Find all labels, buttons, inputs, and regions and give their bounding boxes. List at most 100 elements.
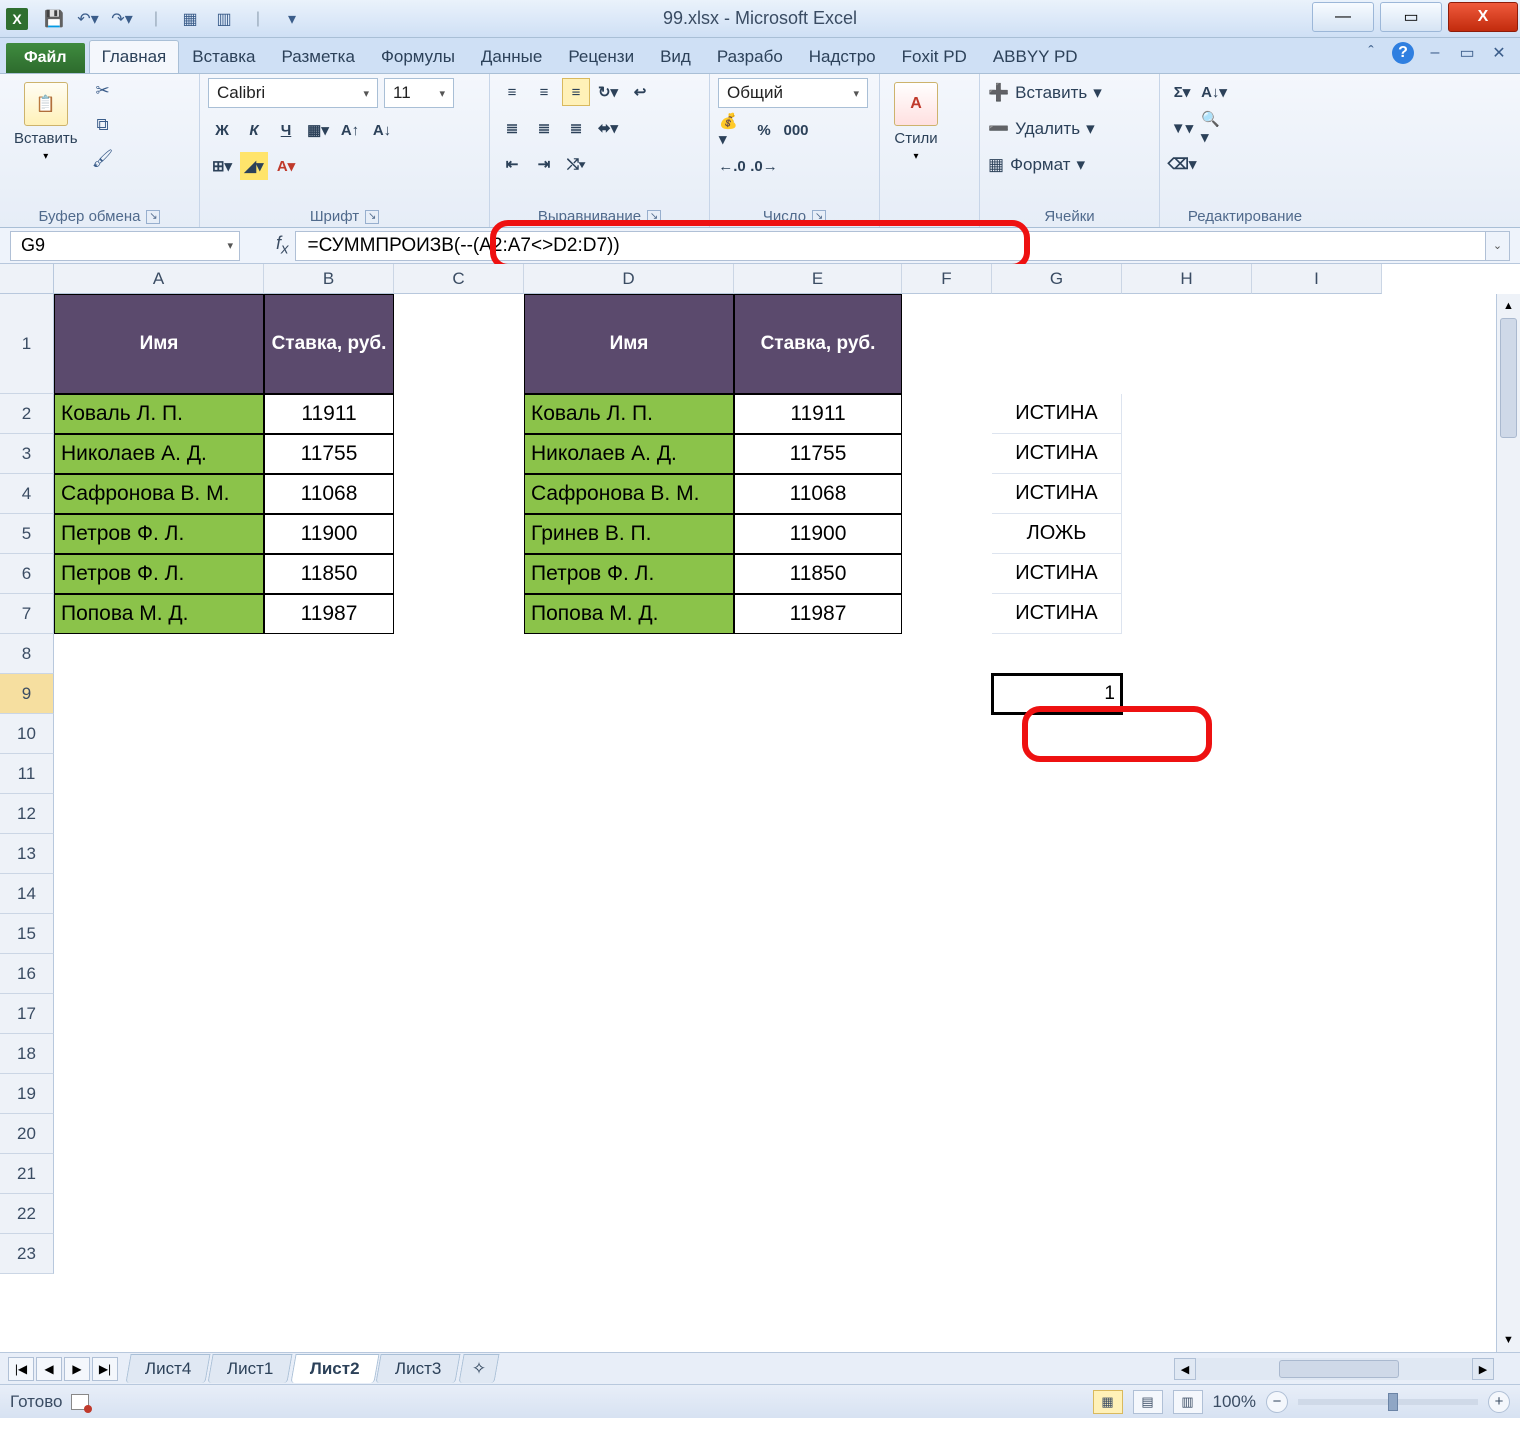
cell-E1[interactable]: Ставка, руб. [734, 294, 902, 394]
col-header-G[interactable]: G [992, 264, 1122, 294]
cell-D1[interactable]: Имя [524, 294, 734, 394]
cell-G7[interactable]: ИСТИНА [992, 594, 1122, 634]
align-center-button[interactable]: ≣ [530, 114, 558, 142]
ribbon-tab-10[interactable]: ABBYY PD [980, 40, 1091, 73]
save-icon[interactable]: 💾 [42, 7, 66, 31]
row-header-19[interactable]: 19 [0, 1074, 54, 1114]
col-header-D[interactable]: D [524, 264, 734, 294]
fx-icon[interactable]: fx [276, 233, 289, 258]
scroll-up-icon[interactable]: ▲ [1497, 294, 1520, 318]
cell-D3[interactable]: Николаев А. Д. [524, 434, 734, 474]
paste-button[interactable]: 📋 Вставить ▾ [8, 78, 84, 166]
cell-G5[interactable]: ЛОЖЬ [992, 514, 1122, 554]
wrap-text-button[interactable]: ↩ [626, 78, 654, 106]
row-header-2[interactable]: 2 [0, 394, 54, 434]
align-bottom-button[interactable]: ≡ [562, 78, 590, 106]
decrease-decimal-button[interactable]: .0→ [750, 152, 778, 180]
row-header-13[interactable]: 13 [0, 834, 54, 874]
window-maximize-button[interactable]: ▭ [1380, 2, 1442, 32]
number-dialog-launcher-icon[interactable]: ↘ [812, 210, 826, 224]
border-button[interactable]: ▦▾ [304, 116, 332, 144]
cell-A5[interactable]: Петров Ф. Л. [54, 514, 264, 554]
cell-E5[interactable]: 11900 [734, 514, 902, 554]
align-top-button[interactable]: ≡ [498, 78, 526, 106]
cell-A3[interactable]: Николаев А. Д. [54, 434, 264, 474]
increase-decimal-button[interactable]: ←.0 [718, 152, 746, 180]
row-header-17[interactable]: 17 [0, 994, 54, 1034]
ribbon-tab-2[interactable]: Разметка [268, 40, 367, 73]
bold-button[interactable]: Ж [208, 116, 236, 144]
align-right-button[interactable]: ≣ [562, 114, 590, 142]
cell-G3[interactable]: ИСТИНА [992, 434, 1122, 474]
cell-E6[interactable]: 11850 [734, 554, 902, 594]
orientation-button[interactable]: ↻▾ [594, 78, 622, 106]
fill-button[interactable]: ▼▾ [1168, 114, 1196, 142]
row-header-4[interactable]: 4 [0, 474, 54, 514]
underline-button[interactable]: Ч [272, 116, 300, 144]
cell-E4[interactable]: 11068 [734, 474, 902, 514]
scroll-down-icon[interactable]: ▼ [1497, 1328, 1520, 1352]
sort-filter-button[interactable]: A↓▾ [1200, 78, 1228, 106]
help-icon[interactable]: ? [1392, 42, 1414, 64]
cell-E7[interactable]: 11987 [734, 594, 902, 634]
row-header-16[interactable]: 16 [0, 954, 54, 994]
row-header-20[interactable]: 20 [0, 1114, 54, 1154]
cell-G4[interactable]: ИСТИНА [992, 474, 1122, 514]
cut-button[interactable]: ✂ [90, 78, 116, 104]
shrink-font-button[interactable]: A↓ [368, 116, 396, 144]
col-header-B[interactable]: B [264, 264, 394, 294]
font-size-select[interactable]: 11▾ [384, 78, 454, 108]
row-header-22[interactable]: 22 [0, 1194, 54, 1234]
cell-D5[interactable]: Гринев В. П. [524, 514, 734, 554]
row-header-8[interactable]: 8 [0, 634, 54, 674]
file-tab[interactable]: Файл [6, 43, 85, 73]
cell-B3[interactable]: 11755 [264, 434, 394, 474]
view-layout-button[interactable]: ▤ [1133, 1390, 1163, 1414]
find-button[interactable]: 🔍▾ [1200, 114, 1228, 142]
font-name-select[interactable]: Calibri▾ [208, 78, 378, 108]
row-header-7[interactable]: 7 [0, 594, 54, 634]
window-close-button[interactable]: X [1448, 2, 1518, 32]
row-header-21[interactable]: 21 [0, 1154, 54, 1194]
ribbon-tab-1[interactable]: Вставка [179, 40, 268, 73]
cell-G9[interactable]: 1 [992, 674, 1122, 714]
align-left-button[interactable]: ≣ [498, 114, 526, 142]
align-middle-button[interactable]: ≡ [530, 78, 558, 106]
formula-expand-icon[interactable]: ⌄ [1486, 231, 1510, 261]
cell-D4[interactable]: Сафронова В. М. [524, 474, 734, 514]
redo-icon[interactable]: ↷▾ [110, 7, 134, 31]
zoom-out-button[interactable]: − [1266, 1391, 1288, 1413]
font-dialog-launcher-icon[interactable]: ↘ [365, 210, 379, 224]
cell-A6[interactable]: Петров Ф. Л. [54, 554, 264, 594]
cell-G6[interactable]: ИСТИНА [992, 554, 1122, 594]
cell-D6[interactable]: Петров Ф. Л. [524, 554, 734, 594]
ribbon-tab-7[interactable]: Разрабо [704, 40, 796, 73]
name-box[interactable]: G9▾ [10, 231, 240, 261]
col-header-I[interactable]: I [1252, 264, 1382, 294]
cell-B1[interactable]: Ставка, руб. [264, 294, 394, 394]
row-header-9[interactable]: 9 [0, 674, 54, 714]
comma-button[interactable]: 000 [782, 116, 810, 144]
row-header-1[interactable]: 1 [0, 294, 54, 394]
ribbon-tab-6[interactable]: Вид [647, 40, 704, 73]
col-header-C[interactable]: C [394, 264, 524, 294]
mdi-minimize-icon[interactable]: – [1424, 42, 1446, 64]
vertical-scrollbar[interactable]: ▲ ▼ [1496, 294, 1520, 1352]
sheet-tab-Лист1[interactable]: Лист1 [208, 1354, 294, 1383]
hscroll-right-icon[interactable]: ▶ [1472, 1358, 1494, 1380]
copy-button[interactable]: ⧉ [90, 112, 116, 138]
number-format-select[interactable]: Общий▾ [718, 78, 868, 108]
italic-button[interactable]: К [240, 116, 268, 144]
cell-B4[interactable]: 11068 [264, 474, 394, 514]
insert-cells-button[interactable]: ➕Вставить ▾ [988, 78, 1102, 108]
ribbon-tab-8[interactable]: Надстро [796, 40, 889, 73]
formula-input[interactable]: =СУММПРОИЗВ(--(A2:A7<>D2:D7)) [295, 231, 1486, 261]
horizontal-scrollbar[interactable]: ◀ ▶ [1174, 1358, 1494, 1380]
cell-E3[interactable]: 11755 [734, 434, 902, 474]
row-header-3[interactable]: 3 [0, 434, 54, 474]
cell-B6[interactable]: 11850 [264, 554, 394, 594]
sheet-tab-Лист3[interactable]: Лист3 [376, 1354, 462, 1383]
grow-font-button[interactable]: A↑ [336, 116, 364, 144]
macro-record-icon[interactable] [71, 1394, 89, 1410]
sheet-tab-Лист2[interactable]: Лист2 [290, 1354, 379, 1383]
